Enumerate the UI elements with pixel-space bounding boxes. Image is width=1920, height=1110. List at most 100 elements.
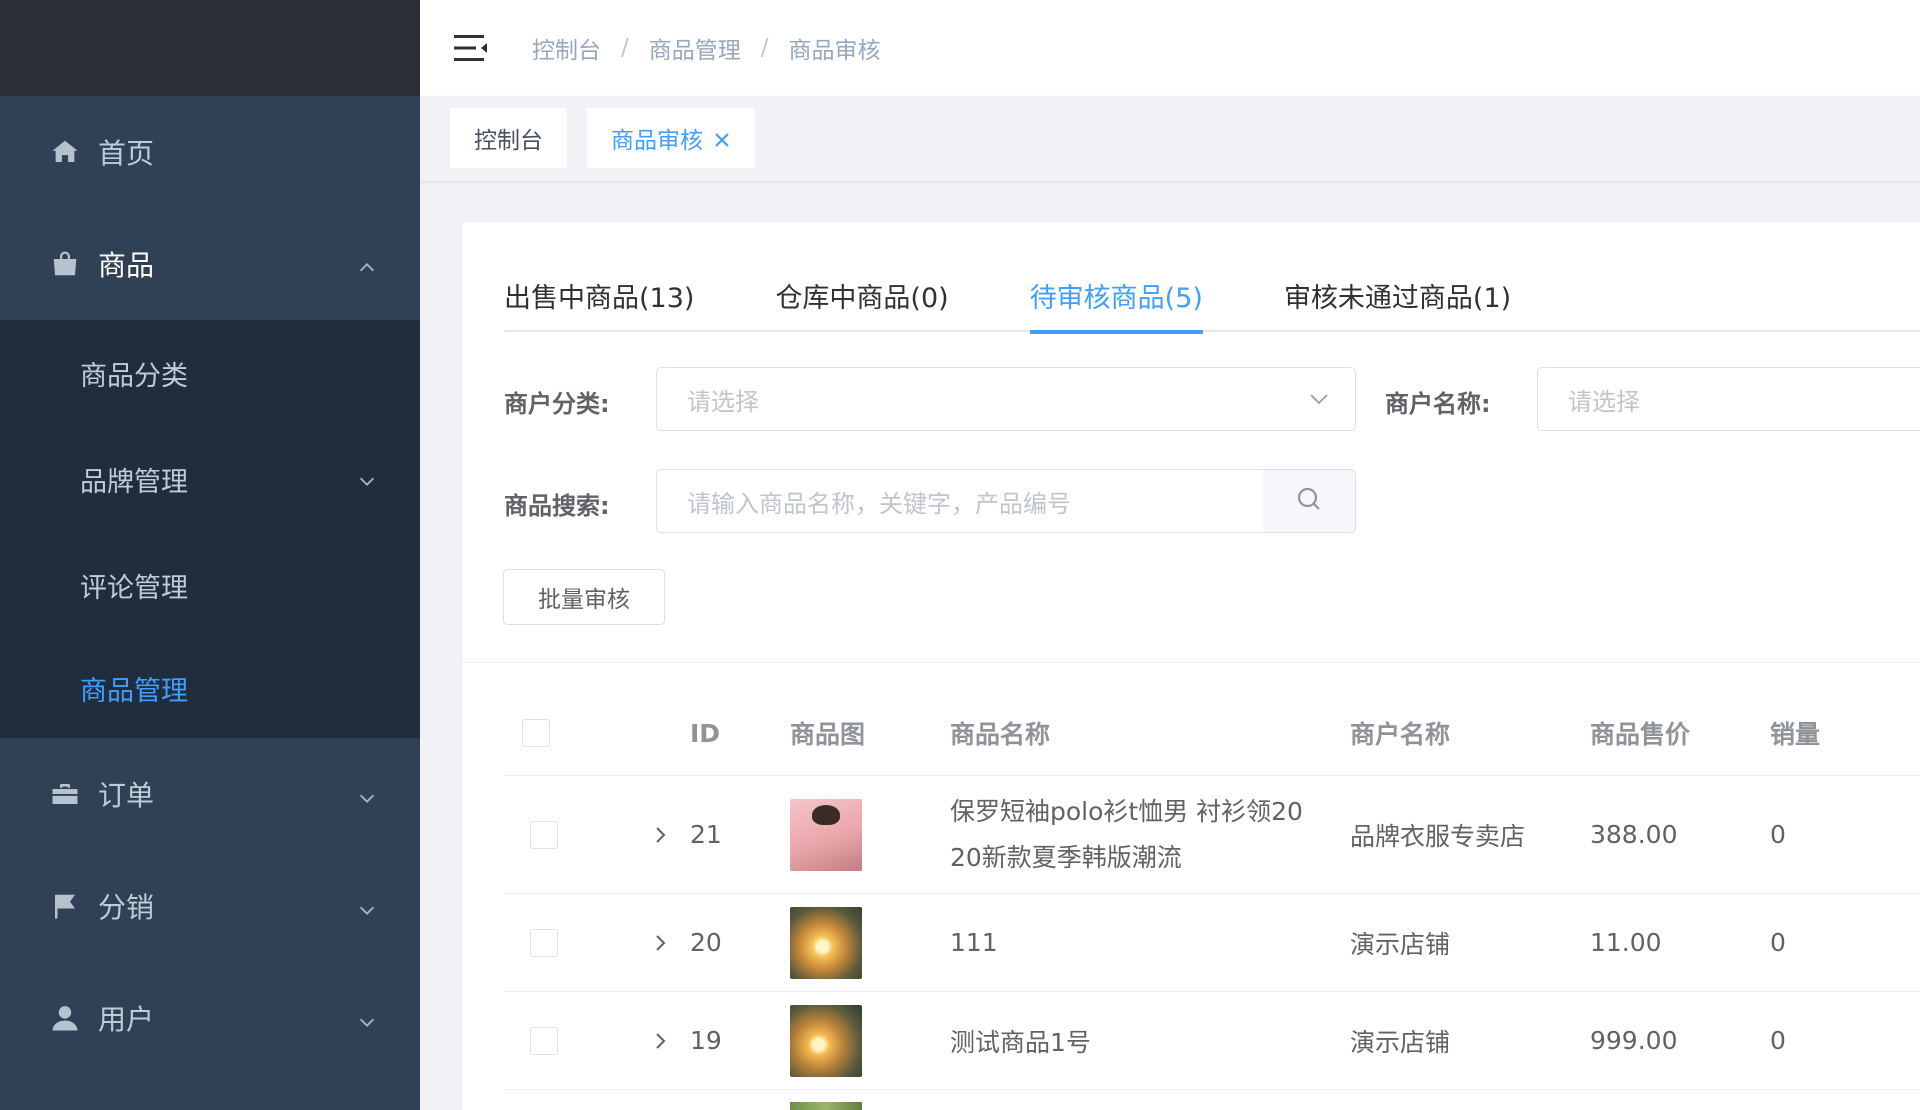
product-search-input[interactable]: 请输入商品名称，关键字，产品编号	[656, 469, 1264, 533]
column-header-name: 商品名称	[950, 720, 1051, 749]
tab-label: 审核未通过商品(1)	[1283, 283, 1512, 314]
row-name: 测试商品1号	[950, 1027, 1091, 1057]
row-sales: 0	[1770, 820, 1786, 849]
products-submenu: 商品分类 品牌管理 评论管理 商品管理	[0, 320, 420, 738]
row-image-cell	[790, 894, 862, 991]
close-icon[interactable]	[713, 129, 731, 147]
sidebar-item-orders[interactable]: 订单	[0, 738, 420, 850]
product-image[interactable]	[790, 798, 862, 871]
row-merchant: 品牌衣服专卖店	[1350, 821, 1526, 851]
row-price: 388.00	[1590, 820, 1678, 849]
main-card: 出售中商品(13) 仓库中商品(0) 待审核商品(5) 审核未通过商品(1) 商…	[461, 221, 1920, 1110]
sidebar-subitem-label: 商品分类	[80, 360, 188, 392]
row-image-cell	[790, 1090, 862, 1110]
merchant-name-select[interactable]: 请选择	[1537, 367, 1920, 431]
row-checkbox[interactable]	[530, 928, 558, 957]
row-checkbox[interactable]	[530, 820, 558, 849]
select-all-checkbox[interactable]	[522, 719, 550, 747]
breadcrumb-separator: /	[760, 35, 769, 61]
product-image[interactable]	[790, 1004, 862, 1077]
sidebar-subitem-brand[interactable]: 品牌管理	[0, 426, 420, 532]
tab-review-rejected[interactable]: 审核未通过商品(1)	[1284, 276, 1511, 332]
row-checkbox[interactable]	[530, 1026, 558, 1055]
divider	[462, 662, 1920, 663]
row-name: 保罗短袖polo衫t恤男 衬衫领20 20新款夏季韩版潮流	[950, 776, 1330, 893]
row-image-cell	[790, 776, 862, 893]
sidebar-item-users[interactable]: 用户	[0, 962, 420, 1074]
tab-pending-review[interactable]: 待审核商品(5)	[1029, 276, 1204, 334]
breadcrumb-item-dashboard[interactable]: 控制台	[532, 31, 601, 65]
table-row[interactable]	[504, 1090, 1920, 1110]
sidebar-subitem-label: 商品管理	[80, 675, 188, 707]
table-row[interactable]: 19 测试商品1号 演示店铺 999.00 0	[504, 992, 1920, 1090]
tag-label: 控制台	[474, 128, 543, 154]
batch-review-button[interactable]: 批量审核	[503, 569, 665, 625]
search-icon	[1296, 486, 1322, 516]
sidebar-item-label: 首页	[98, 137, 155, 170]
select-placeholder: 请选择	[687, 387, 759, 416]
chevron-down-icon	[356, 468, 378, 490]
button-label: 批量审核	[538, 587, 630, 613]
row-checkbox-cell	[530, 776, 558, 893]
row-name-line2: 20新款夏季韩版潮流	[950, 842, 1182, 872]
row-sales: 0	[1770, 928, 1786, 957]
chevron-down-icon	[356, 1007, 378, 1029]
breadcrumb-separator: /	[621, 35, 629, 61]
chevron-down-icon	[356, 783, 378, 805]
row-merchant: 演示店铺	[1350, 1027, 1451, 1057]
breadcrumb-item-product-management[interactable]: 商品管理	[649, 31, 741, 65]
sidebar-subitem-category[interactable]: 商品分类	[0, 320, 420, 426]
tab-in-warehouse[interactable]: 仓库中商品(0)	[775, 276, 948, 332]
sidebar-item-label: 订单	[98, 779, 155, 812]
merchant-name-label: 商户名称:	[1385, 390, 1491, 418]
select-all-checkbox-cell	[522, 690, 550, 776]
column-header-price: 商品售价	[1590, 720, 1691, 749]
column-header-merchant: 商户名称	[1350, 720, 1451, 749]
menu-toggle-icon[interactable]	[454, 33, 488, 63]
row-name-line1: 保罗短袖polo衫t恤男 衬衫领20	[950, 796, 1303, 826]
tag-dashboard[interactable]: 控制台	[450, 108, 567, 168]
sidebar: 首页 商品 商品分类 品牌管理 评论管理 商品管理 订单 分销 用户	[0, 0, 420, 1110]
sidebar-item-products[interactable]: 商品	[0, 208, 420, 320]
column-header-sales: 销量	[1770, 720, 1821, 749]
row-merchant: 演示店铺	[1350, 929, 1451, 959]
expand-row-icon[interactable]	[649, 894, 671, 991]
tab-on-sale[interactable]: 出售中商品(13)	[504, 276, 694, 332]
home-icon	[50, 137, 80, 167]
table-row[interactable]: 20 111 演示店铺 11.00 0	[504, 894, 1920, 992]
sidebar-subitem-label: 品牌管理	[80, 466, 188, 498]
search-button[interactable]	[1263, 469, 1356, 533]
row-id: 21	[690, 820, 722, 849]
tags-view-bar: 控制台 商品审核	[420, 96, 1920, 182]
sidebar-subitem-label: 评论管理	[80, 572, 188, 604]
sidebar-subitem-reviews[interactable]: 评论管理	[0, 532, 420, 638]
expand-row-icon[interactable]	[649, 992, 671, 1089]
user-icon	[50, 1003, 80, 1033]
tag-product-review[interactable]: 商品审核	[587, 108, 755, 168]
sidebar-item-label: 用户	[98, 1003, 155, 1036]
row-price: 999.00	[1590, 1026, 1678, 1055]
sidebar-item-home[interactable]: 首页	[0, 96, 420, 208]
search-placeholder: 请输入商品名称，关键字，产品编号	[687, 489, 1071, 518]
sidebar-item-label: 商品	[98, 249, 155, 282]
column-header-image: 商品图	[790, 720, 866, 749]
select-placeholder: 请选择	[1568, 387, 1640, 416]
merchant-category-label: 商户分类:	[504, 390, 610, 418]
table-row[interactable]: 21 保罗短袖polo衫t恤男 衬衫领20 20新款夏季韩版潮流 品牌衣服专卖店…	[504, 776, 1920, 894]
chevron-down-icon	[356, 895, 378, 917]
product-image[interactable]	[790, 1102, 862, 1110]
expand-row-icon[interactable]	[649, 776, 671, 893]
sidebar-logo-area	[0, 0, 420, 96]
product-search-label: 商品搜索:	[504, 492, 610, 520]
product-image[interactable]	[790, 906, 862, 979]
breadcrumb: 控制台 / 商品管理 / 商品审核	[532, 31, 881, 65]
sidebar-item-distribution[interactable]: 分销	[0, 850, 420, 962]
tab-label: 出售中商品(13)	[504, 283, 695, 314]
merchant-category-select[interactable]: 请选择	[656, 367, 1356, 431]
top-navbar: 控制台 / 商品管理 / 商品审核	[420, 0, 1920, 96]
row-id: 20	[690, 928, 722, 957]
sidebar-subitem-product-management[interactable]: 商品管理	[0, 638, 420, 738]
row-name: 111	[950, 928, 998, 957]
briefcase-icon	[50, 779, 80, 809]
row-image-cell	[790, 992, 862, 1089]
